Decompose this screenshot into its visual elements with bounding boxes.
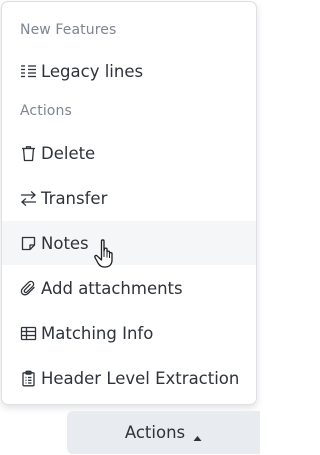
menu-item-notes[interactable]: Notes bbox=[2, 221, 256, 265]
menu-item-label: Header Level Extraction bbox=[41, 368, 240, 388]
menu-item-header-level-extraction[interactable]: Header Level Extraction bbox=[2, 356, 256, 400]
note-icon bbox=[20, 235, 37, 252]
menu-item-label: Matching Info bbox=[41, 323, 154, 343]
paperclip-icon bbox=[20, 280, 37, 297]
table-icon bbox=[20, 325, 37, 342]
clipboard-list-icon bbox=[20, 370, 37, 387]
section-label-new-features: New Features bbox=[20, 22, 117, 38]
section-label-actions: Actions bbox=[20, 103, 72, 119]
actions-button-label: Actions bbox=[124, 423, 186, 442]
menu-item-delete[interactable]: Delete bbox=[2, 131, 256, 175]
menu-item-legacy-lines[interactable]: Legacy lines bbox=[2, 49, 256, 93]
list-lines-icon bbox=[20, 63, 37, 80]
transfer-arrows-icon bbox=[20, 190, 37, 207]
trash-icon bbox=[20, 145, 37, 162]
menu-item-add-attachments[interactable]: Add attachments bbox=[2, 266, 256, 310]
page: New Features Legacy lines Actions Delete… bbox=[0, 0, 260, 455]
menu-item-label: Transfer bbox=[41, 188, 108, 208]
menu-item-label: Add attachments bbox=[41, 278, 183, 298]
menu-item-transfer[interactable]: Transfer bbox=[2, 176, 256, 220]
menu-item-label: Legacy lines bbox=[41, 61, 144, 81]
actions-dropdown-menu: New Features Legacy lines Actions Delete… bbox=[1, 1, 257, 405]
caret-up-icon bbox=[193, 428, 202, 441]
menu-item-label: Delete bbox=[41, 143, 96, 163]
actions-button[interactable]: Actions bbox=[67, 411, 260, 454]
menu-item-matching-info[interactable]: Matching Info bbox=[2, 311, 256, 355]
menu-item-label: Notes bbox=[41, 233, 89, 253]
